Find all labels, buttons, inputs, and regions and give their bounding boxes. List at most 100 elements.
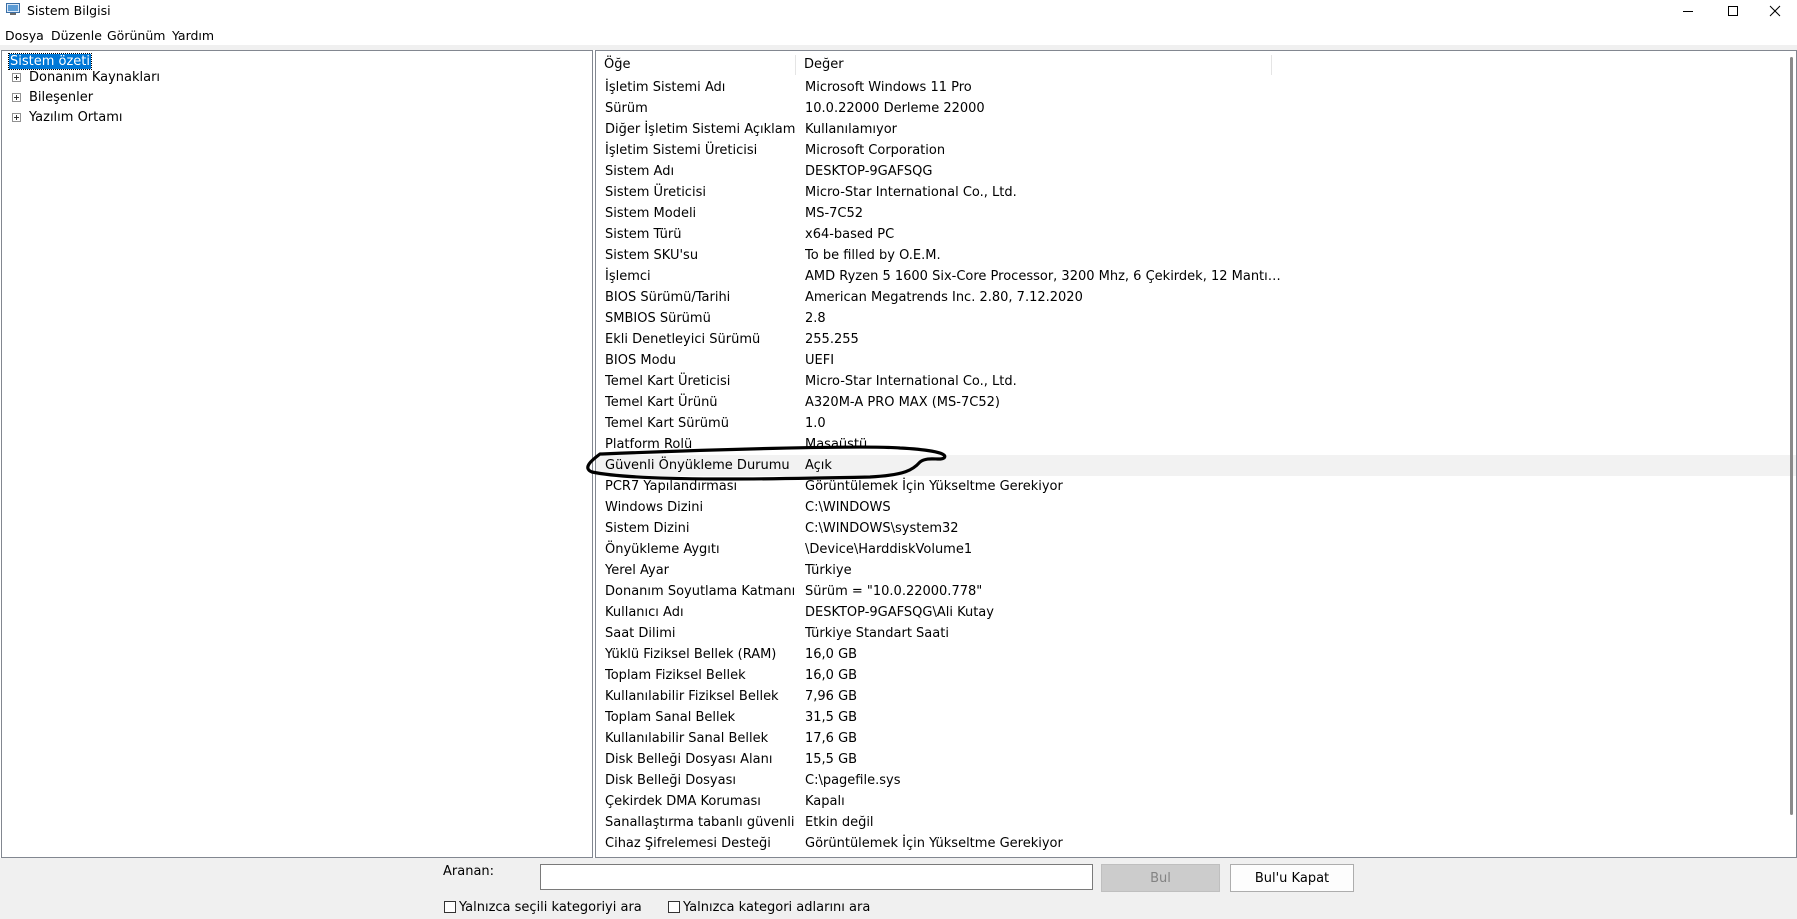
category-tree[interactable]: Sistem özeti Donanım Kaynakları Bileşenl… <box>1 50 593 858</box>
tree-item-label: Sistem özeti <box>7 53 93 70</box>
row-value-cell: \Device\HarddiskVolume1 <box>805 542 973 557</box>
menu-view[interactable]: Görünüm <box>107 28 165 43</box>
table-row[interactable]: Yerel Ayar Türkiye <box>596 560 1796 581</box>
row-item-cell: BIOS Modu <box>605 353 677 368</box>
row-value-cell: UEFI <box>805 353 835 368</box>
row-item-cell: Ekli Denetleyici Sürümü <box>605 332 761 347</box>
table-row[interactable]: Windows Dizini C:\WINDOWS <box>596 497 1796 518</box>
search-label: Aranan: <box>443 864 495 879</box>
table-row[interactable]: Sistem SKU'su To be filled by O.E.M. <box>596 245 1796 266</box>
table-row[interactable]: Ekli Denetleyici Sürümü 255.255 <box>596 329 1796 350</box>
table-row[interactable]: Önyükleme Aygıtı \Device\HarddiskVolume1 <box>596 539 1796 560</box>
expand-icon[interactable] <box>12 113 21 122</box>
row-item-cell: Sistem SKU'su <box>605 248 699 263</box>
column-header-value[interactable]: Değer <box>796 55 1272 75</box>
table-row[interactable]: Disk Belleği Dosyası C:\pagefile.sys <box>596 770 1796 791</box>
checkbox-label: Yalnızca seçili kategoriyi ara <box>459 899 642 915</box>
menu-file[interactable]: Dosya <box>5 28 44 43</box>
row-item-cell: Platform Rolü <box>605 437 693 452</box>
row-value-cell: DESKTOP-9GAFSQG\Ali Kutay <box>805 605 994 620</box>
table-row[interactable]: Sürüm 10.0.22000 Derleme 22000 <box>596 98 1796 119</box>
table-row[interactable]: Sistem Türü x64-based PC <box>596 224 1796 245</box>
row-value-cell: Micro-Star International Co., Ltd. <box>805 374 1017 389</box>
table-row[interactable]: Kullanılabilir Sanal Bellek 17,6 GB <box>596 728 1796 749</box>
table-row[interactable]: Çekirdek DMA Koruması Kapalı <box>596 791 1796 812</box>
row-item-cell: Sistem Türü <box>605 227 682 242</box>
maximize-button[interactable] <box>1711 0 1755 22</box>
expand-icon[interactable] <box>12 73 21 82</box>
menu-bar: Dosya Düzenle Görünüm Yardım <box>0 26 1797 46</box>
row-item-cell: Sürüm <box>605 101 648 116</box>
row-item-cell: SMBIOS Sürümü <box>605 311 711 326</box>
table-row[interactable]: BIOS Sürümü/Tarihi American Megatrends In… <box>596 287 1796 308</box>
table-row[interactable]: Sistem Üreticisi Micro-Star International… <box>596 182 1796 203</box>
table-row[interactable]: Sistem Dizini C:\WINDOWS\system32 <box>596 518 1796 539</box>
table-row[interactable]: SMBIOS Sürümü 2.8 <box>596 308 1796 329</box>
row-value-cell: Türkiye <box>805 563 852 578</box>
details-list[interactable]: Öğe Değer İşletim Sistemi Adı Microsoft W… <box>595 50 1797 858</box>
row-item-cell: Sistem Adı <box>605 164 675 179</box>
table-row[interactable]: Temel Kart Ürünü A320M-A PRO MAX (MS-7C52… <box>596 392 1796 413</box>
row-value-cell: 15,5 GB <box>805 752 858 767</box>
table-row[interactable]: Disk Belleği Dosyası Alanı 15,5 GB <box>596 749 1796 770</box>
checkbox-box[interactable] <box>444 901 456 913</box>
vertical-scrollbar[interactable] <box>1790 57 1793 815</box>
close-icon <box>1769 5 1781 17</box>
tree-item-software-environment[interactable]: Yazılım Ortamı <box>29 109 123 127</box>
row-item-cell: Toplam Sanal Bellek <box>605 710 736 725</box>
table-row[interactable]: Diğer İşletim Sistemi Açıklaması Kullanıl… <box>596 119 1796 140</box>
row-value-cell: 17,6 GB <box>805 731 858 746</box>
row-value-cell: Türkiye Standart Saati <box>805 626 949 641</box>
table-row[interactable]: Toplam Sanal Bellek 31,5 GB <box>596 707 1796 728</box>
table-row[interactable]: PCR7 Yapılandırması Görüntülemek İçin Yük… <box>596 476 1796 497</box>
table-row[interactable]: İşletim Sistemi Adı Microsoft Windows 11 … <box>596 77 1796 98</box>
row-item-cell: Disk Belleği Dosyası <box>605 773 736 788</box>
table-row[interactable]: Temel Kart Sürümü 1.0 <box>596 413 1796 434</box>
row-item-cell: Sanallaştırma tabanlı güvenlik <box>605 815 795 830</box>
row-value-cell: Açık <box>805 458 832 473</box>
tree-item-components[interactable]: Bileşenler <box>29 89 93 107</box>
minimize-button[interactable] <box>1666 0 1710 22</box>
table-row[interactable]: Sistem Modeli MS-7C52 <box>596 203 1796 224</box>
search-input[interactable] <box>540 864 1093 890</box>
row-value-cell: AMD Ryzen 5 1600 Six-Core Processor, 320… <box>805 269 1281 284</box>
tree-item-hardware-resources[interactable]: Donanım Kaynakları <box>29 69 160 87</box>
row-value-cell: American Megatrends Inc. 2.80, 7.12.2020 <box>805 290 1083 305</box>
menu-edit[interactable]: Düzenle <box>51 28 102 43</box>
search-selected-category-checkbox[interactable]: Yalnızca seçili kategoriyi ara <box>444 899 642 915</box>
window-title: Sistem Bilgisi <box>27 3 111 18</box>
expand-icon[interactable] <box>12 93 21 102</box>
table-row[interactable]: Sistem Adı DESKTOP-9GAFSQG <box>596 161 1796 182</box>
table-row[interactable]: İşletim Sistemi Üreticisi Microsoft Corpo… <box>596 140 1796 161</box>
table-row[interactable]: Sanallaştırma tabanlı güvenlik Etkin deği… <box>596 812 1796 833</box>
row-item-cell: Yüklü Fiziksel Bellek (RAM) <box>605 647 777 662</box>
row-item-cell: Temel Kart Üreticisi <box>605 374 731 389</box>
close-window-button[interactable] <box>1753 0 1797 22</box>
checkbox-label: Yalnızca kategori adlarını ara <box>683 899 871 915</box>
table-row[interactable]: BIOS Modu UEFI <box>596 350 1796 371</box>
row-item-cell: İşletim Sistemi Adı <box>605 80 726 95</box>
row-item-cell: Sistem Dizini <box>605 521 690 536</box>
menu-help[interactable]: Yardım <box>172 28 214 43</box>
close-find-button[interactable]: Bul'u Kapat <box>1230 864 1354 892</box>
row-item-cell: Diğer İşletim Sistemi Açıklaması <box>605 122 795 137</box>
table-row[interactable]: Toplam Fiziksel Bellek 16,0 GB <box>596 665 1796 686</box>
checkbox-box[interactable] <box>668 901 680 913</box>
row-item-cell: Temel Kart Ürünü <box>605 395 718 410</box>
table-row[interactable]: Platform Rolü Masaüstü <box>596 434 1796 455</box>
table-row[interactable]: Kullanılabilir Fiziksel Bellek 7,96 GB <box>596 686 1796 707</box>
table-row[interactable]: İşlemci AMD Ryzen 5 1600 Six-Core Process… <box>596 266 1796 287</box>
column-header-item[interactable]: Öğe <box>596 55 796 75</box>
row-item-cell: Toplam Fiziksel Bellek <box>605 668 746 683</box>
list-rows: İşletim Sistemi Adı Microsoft Windows 11 … <box>596 77 1796 854</box>
search-category-names-checkbox[interactable]: Yalnızca kategori adlarını ara <box>668 899 870 915</box>
find-button[interactable]: Bul <box>1101 864 1220 892</box>
table-row[interactable]: Temel Kart Üreticisi Micro-Star Internati… <box>596 371 1796 392</box>
table-row[interactable]: Saat Dilimi Türkiye Standart Saati <box>596 623 1796 644</box>
table-row[interactable]: Donanım Soyutlama Katmanı Sürüm = "10.0.2… <box>596 581 1796 602</box>
table-row[interactable]: Kullanıcı Adı DESKTOP-9GAFSQG\Ali Kutay <box>596 602 1796 623</box>
row-value-cell: Microsoft Corporation <box>805 143 946 158</box>
table-row[interactable]: Güvenli Önyükleme Durumu Açık <box>596 455 1796 476</box>
table-row[interactable]: Yüklü Fiziksel Bellek (RAM) 16,0 GB <box>596 644 1796 665</box>
table-row[interactable]: Cihaz Şifrelemesi Desteği Görüntülemek İç… <box>596 833 1796 854</box>
